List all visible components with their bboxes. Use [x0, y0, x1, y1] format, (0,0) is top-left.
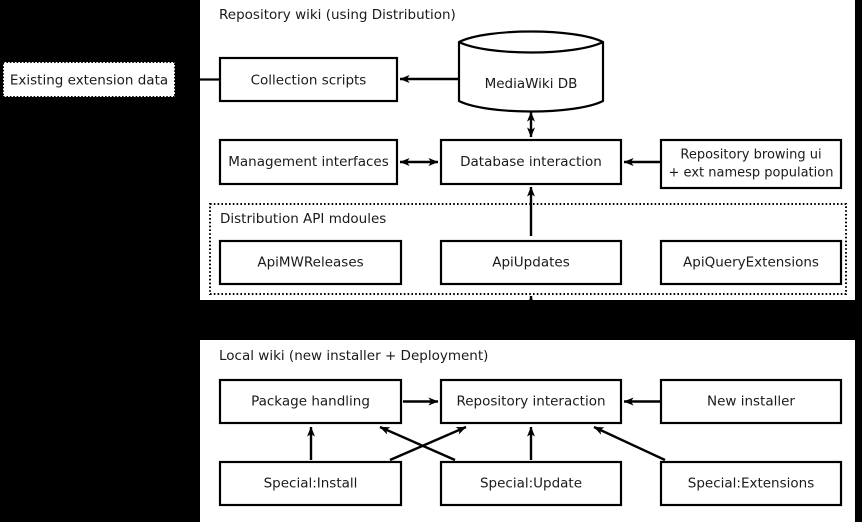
- api-module-label-1: ApiUpdates: [492, 255, 569, 271]
- distribution-api-group-title: Distribution API mdoules: [220, 211, 386, 227]
- existing-extension-data-label: Existing extension data: [10, 73, 168, 89]
- new-installer-label: New installer: [707, 394, 795, 410]
- management-interfaces-label: Management interfaces: [228, 154, 388, 170]
- package-handling-label: Package handling: [251, 394, 370, 410]
- api-module-label-2: ApiQueryExtensions: [683, 255, 819, 271]
- api-module-label-0: ApiMWReleases: [257, 255, 363, 271]
- repository-browsing-ui-label-line2: + ext namesp population: [669, 166, 834, 181]
- special-extensions-label: Special:Extensions: [688, 476, 815, 492]
- repository-browsing-ui-label-line1: Repository browing ui: [680, 148, 821, 163]
- special-install-label: Special:Install: [264, 476, 358, 492]
- local-panel-title: Local wiki (new installer + Deployment): [219, 348, 488, 364]
- special-update-label: Special:Update: [480, 476, 582, 492]
- database-interaction-label: Database interaction: [460, 154, 602, 170]
- diagram-canvas: Existing extension data Repository wiki …: [0, 0, 862, 522]
- architecture-diagram: Existing extension data Repository wiki …: [2, 0, 855, 522]
- repository-interaction-label: Repository interaction: [456, 394, 605, 410]
- repository-panel-title: Repository wiki (using Distribution): [219, 7, 456, 23]
- collection-scripts-label: Collection scripts: [251, 73, 367, 89]
- mediawiki-db-label: MediaWiki DB: [485, 76, 578, 92]
